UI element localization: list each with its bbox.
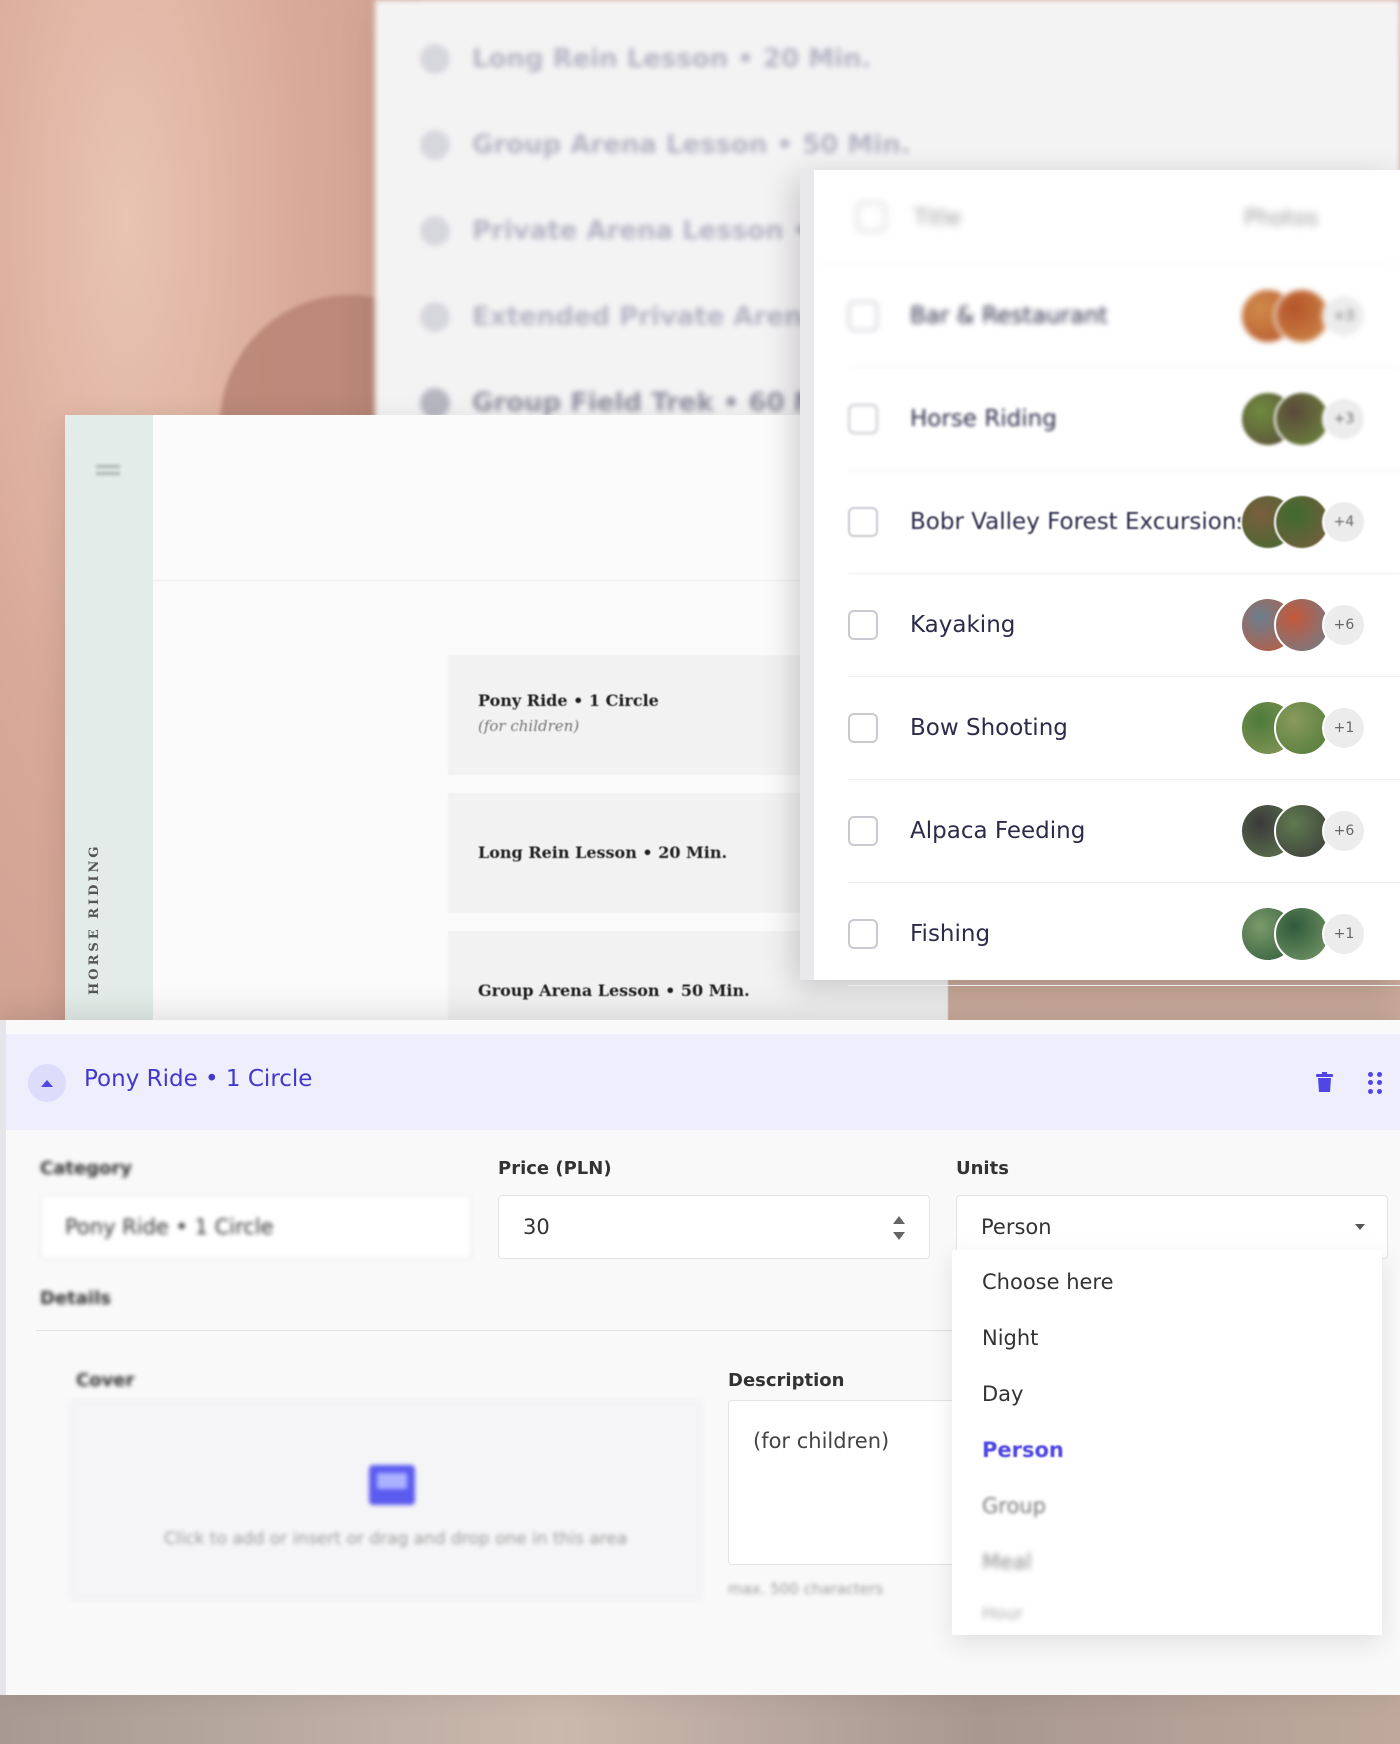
dropdown-option-day[interactable]: Day (982, 1382, 1023, 1406)
description-value: (for children) (753, 1429, 890, 1453)
stepper-icon[interactable] (893, 1216, 905, 1240)
page-content: Pony Ride • 1 Circle (for children) Long… (153, 415, 948, 1051)
units-dropdown-menu: Choose here Night Day Person Group Meal … (952, 1250, 1382, 1635)
activity-name: Horse Riding (910, 406, 1057, 432)
column-header-title: Title (914, 206, 962, 231)
photo-avatars[interactable]: +6 (1240, 597, 1370, 653)
chevron-up-icon (41, 1079, 53, 1087)
list-header: Title Photos (814, 170, 1400, 265)
activity-row[interactable]: Kayaking +6 (848, 574, 1400, 677)
column-header-photos: Photos (1244, 206, 1319, 231)
activity-name: Bow Shooting (910, 715, 1068, 741)
trash-icon[interactable] (1316, 1072, 1333, 1092)
radio-icon (420, 216, 450, 246)
activity-row[interactable]: Horse Riding +3 (848, 368, 1400, 471)
photo-avatars[interactable]: +3 (1240, 391, 1370, 447)
activities-list-panel: Title Photos Bar & Restaurant +3 Horse Rid… (800, 170, 1400, 986)
divider (153, 580, 835, 581)
dropdown-option-night[interactable]: Night (982, 1326, 1038, 1350)
row-checkbox[interactable] (848, 816, 878, 846)
more-photos-badge: +4 (1322, 500, 1366, 544)
radio-icon (420, 302, 450, 332)
category-input[interactable]: Pony Ride • 1 Circle (40, 1195, 472, 1259)
price-value: 30 (523, 1215, 550, 1239)
category-label: Category (40, 1158, 133, 1179)
activity-row[interactable]: Fishing +1 (848, 883, 1400, 986)
background-bottom (0, 1690, 1400, 1744)
row-checkbox[interactable] (848, 713, 878, 743)
caret-down-icon (1355, 1224, 1365, 1230)
dropzone-text: Click to add or insert or drag and drop … (164, 1529, 628, 1549)
more-photos-badge: +1 (1322, 912, 1366, 956)
photo-avatars[interactable]: +3 (1240, 288, 1370, 344)
back-list-item[interactable]: Long Rein Lesson • 20 Min. (420, 44, 871, 74)
drag-handle-icon[interactable] (1368, 1072, 1382, 1094)
activity-name: Fishing (910, 921, 991, 947)
page-sidebar: HORSE RIDING (65, 415, 153, 1035)
radio-icon (420, 130, 450, 160)
activity-row[interactable]: Alpaca Feeding +6 (848, 780, 1400, 883)
back-list-item[interactable]: Group Field Trek • 60 Min. (420, 388, 857, 418)
activity-name: Bar & Restaurant (910, 303, 1108, 329)
editor-header: Pony Ride • 1 Circle (6, 1034, 1400, 1130)
photo-avatars[interactable]: +4 (1240, 494, 1370, 550)
dropdown-option-choose[interactable]: Choose here (982, 1270, 1114, 1294)
section-divider (36, 1330, 956, 1331)
units-value: Person (981, 1215, 1052, 1239)
menu-icon[interactable] (96, 465, 120, 475)
dropdown-option-group[interactable]: Group (982, 1494, 1046, 1518)
editor-title: Pony Ride • 1 Circle (84, 1066, 313, 1092)
description-hint: max. 500 characters (728, 1580, 884, 1598)
activity-name: Kayaking (910, 612, 1016, 638)
photo-avatars[interactable]: +6 (1240, 803, 1370, 859)
description-label: Description (728, 1370, 845, 1391)
dropdown-option-hour[interactable]: Hour (982, 1604, 1023, 1624)
price-label: Price (PLN) (498, 1158, 612, 1179)
category-value: Pony Ride • 1 Circle (65, 1215, 274, 1239)
row-checkbox[interactable] (848, 919, 878, 949)
sidebar-vertical-label: HORSE RIDING (87, 843, 102, 995)
horse-riding-page: HORSE RIDING Pony Ride • 1 Circle (for c… (65, 415, 948, 1051)
activity-row[interactable]: Bobr Valley Forest Excursions +4 (848, 471, 1400, 574)
lesson-title: Pony Ride • 1 Circle (478, 691, 659, 710)
collapse-button[interactable] (28, 1064, 66, 1102)
lesson-title: Group Arena Lesson • 50 Min. (478, 981, 750, 1000)
more-photos-badge: +1 (1322, 706, 1366, 750)
row-checkbox[interactable] (848, 507, 878, 537)
more-photos-badge: +3 (1322, 294, 1366, 338)
more-photos-badge: +6 (1322, 603, 1366, 647)
select-all-checkbox[interactable] (856, 202, 886, 232)
more-photos-badge: +3 (1322, 397, 1366, 441)
photo-avatars[interactable]: +1 (1240, 906, 1370, 962)
row-checkbox[interactable] (848, 404, 878, 434)
activity-name: Alpaca Feeding (910, 818, 1086, 844)
dropdown-option-person[interactable]: Person (982, 1438, 1064, 1462)
back-list-item[interactable]: Group Arena Lesson • 50 Min. (420, 130, 911, 160)
details-label: Details (40, 1288, 111, 1309)
price-input[interactable]: 30 (498, 1195, 930, 1259)
activity-name: Bobr Valley Forest Excursions (910, 509, 1249, 535)
radio-icon (420, 388, 450, 418)
activity-row[interactable]: Bar & Restaurant +3 (848, 265, 1400, 368)
lesson-title: Long Rein Lesson • 20 Min. (478, 843, 728, 862)
lesson-subtitle: (for children) (478, 717, 580, 735)
dropdown-option-meal[interactable]: Meal (982, 1550, 1032, 1574)
photo-avatars[interactable]: +1 (1240, 700, 1370, 756)
description-textarea[interactable]: (for children) (728, 1400, 988, 1565)
units-label: Units (956, 1158, 1009, 1179)
row-checkbox[interactable] (848, 610, 878, 640)
row-checkbox[interactable] (848, 301, 878, 331)
more-photos-badge: +6 (1322, 809, 1366, 853)
cover-label: Cover (76, 1370, 135, 1391)
radio-icon (420, 44, 450, 74)
cover-dropzone[interactable]: Click to add or insert or drag and drop … (68, 1400, 703, 1600)
activity-row[interactable]: Bow Shooting +1 (848, 677, 1400, 780)
image-icon (369, 1465, 415, 1505)
